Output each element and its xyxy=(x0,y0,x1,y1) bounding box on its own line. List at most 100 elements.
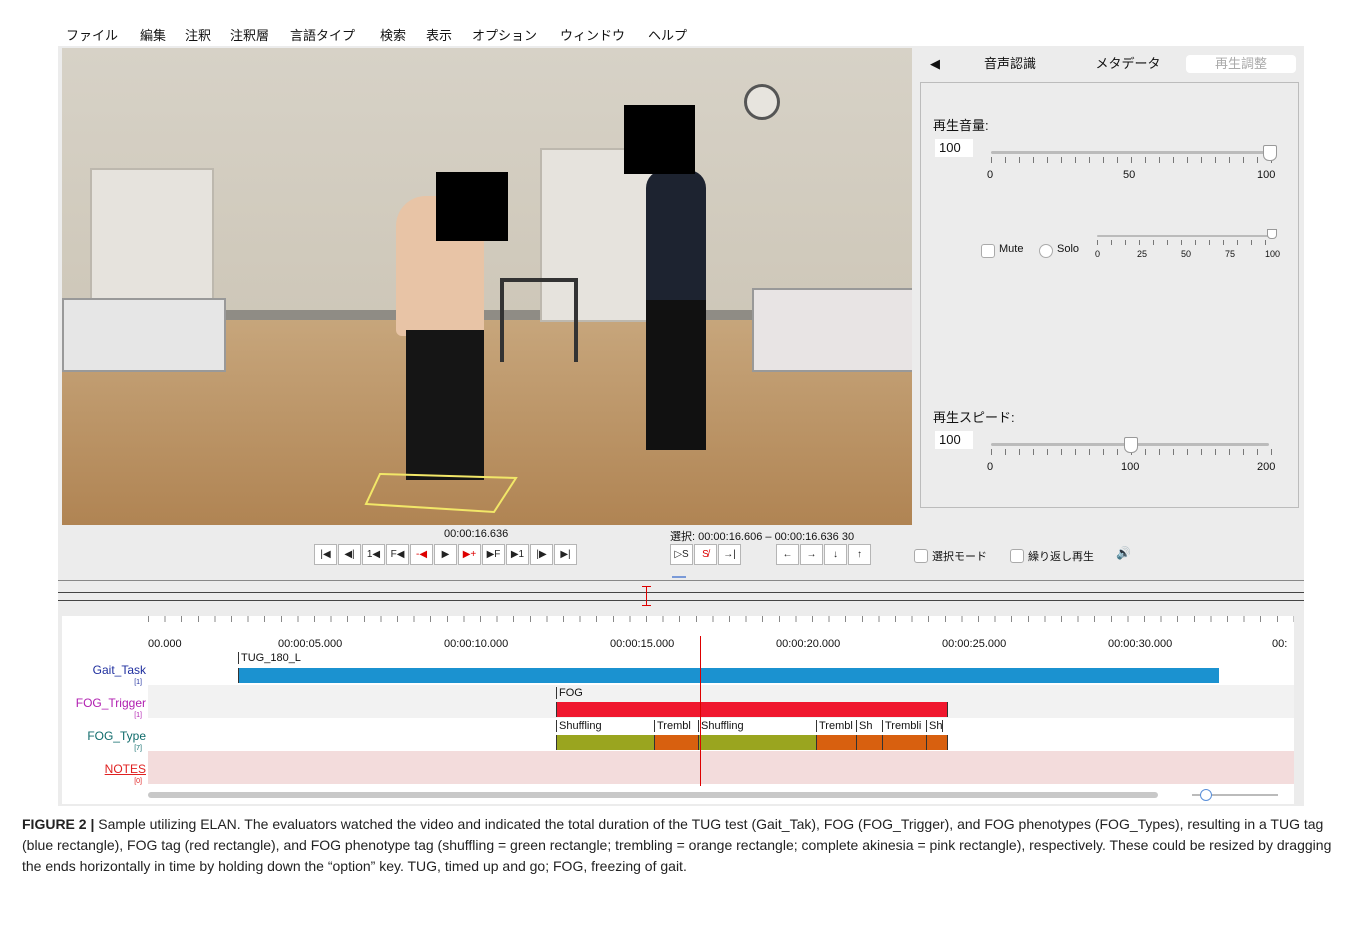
solo-tick-25: 25 xyxy=(1137,249,1148,259)
overview-cursor-cap-bottom xyxy=(642,605,651,606)
arrow-up-button[interactable]: ↑ xyxy=(848,544,871,565)
to-selection-end-button[interactable]: →| xyxy=(718,544,741,565)
tier-count: [1] xyxy=(134,679,142,686)
tab-scroll-left[interactable]: ◀ xyxy=(926,55,944,73)
playback-panel: 再生音量: 100 0 50 100 Mute Solo 0 25 50 75 … xyxy=(920,82,1299,508)
volume-value[interactable]: 100 xyxy=(935,139,973,157)
ruler-label: 00: xyxy=(1272,638,1288,650)
solo-tick-100: 100 xyxy=(1265,249,1281,259)
previous-f-button[interactable]: F◀ xyxy=(386,544,409,565)
overview-cursor[interactable] xyxy=(646,586,647,606)
menu-annotation[interactable]: 注釈 xyxy=(185,25,211,44)
annotation-label: Shuffling xyxy=(698,720,744,732)
speed-slider-thumb[interactable] xyxy=(1124,437,1138,453)
current-time: 00:00:16.636 xyxy=(444,528,509,540)
solo-tick-75: 75 xyxy=(1225,249,1236,259)
tier-name-notes[interactable]: NOTES xyxy=(62,762,146,776)
menu-type[interactable]: 言語タイプ xyxy=(290,25,355,44)
crosshair[interactable] xyxy=(700,636,701,786)
selection-time: 選択: 00:00:16.606 – 00:00:16.636 30 xyxy=(670,531,855,543)
annotation-label: TUG_180_L xyxy=(238,652,301,664)
tier-count: [7] xyxy=(134,745,142,752)
speaker-icon[interactable]: 🔊 xyxy=(1116,546,1131,560)
video-frame xyxy=(62,48,912,525)
go-to-begin-button[interactable]: |◀ xyxy=(314,544,337,565)
tier-row-fog-type[interactable]: Shuffling Trembl Shuffling Trembl Sh Tre… xyxy=(148,718,1294,751)
menu-options[interactable]: オプション xyxy=(472,25,537,44)
tier-count: [1] xyxy=(134,712,142,719)
ruler-label: 00:00:05.000 xyxy=(278,638,343,650)
menu-bar: ファイル 編集 注釈 注釈層 言語タイプ 検索 表示 オプション ウィンドウ ヘ… xyxy=(58,20,1304,46)
splitter-handle[interactable] xyxy=(672,576,686,578)
mute-checkbox[interactable] xyxy=(981,244,995,258)
overview-line-bottom xyxy=(58,600,1304,601)
mute-label: Mute xyxy=(999,243,1024,255)
tier-name-gait-task[interactable]: Gait_Task xyxy=(62,663,146,677)
annotation-shuffling[interactable] xyxy=(926,735,948,750)
previous-pixel-button[interactable]: -◀ xyxy=(410,544,433,565)
tier-row-notes[interactable] xyxy=(148,751,1294,784)
annotation-tug[interactable] xyxy=(238,668,1219,683)
menu-window[interactable]: ウィンドウ xyxy=(560,25,625,44)
arrow-right-button[interactable]: → xyxy=(800,544,823,565)
splitter-line xyxy=(58,580,1304,581)
menu-tier[interactable]: 注釈層 xyxy=(230,25,269,44)
annotation-shuffling[interactable] xyxy=(556,735,655,750)
figure-caption: FIGURE 2 | Sample utilizing ELAN. The ev… xyxy=(22,814,1338,877)
arrow-down-button[interactable]: ↓ xyxy=(824,544,847,565)
tier-row-fog-trigger[interactable]: FOG xyxy=(148,685,1294,718)
arrow-left-button[interactable]: ← xyxy=(776,544,799,565)
tier-name-fog-trigger[interactable]: FOG_Trigger xyxy=(62,696,146,710)
annotation-trembling[interactable] xyxy=(816,735,857,750)
solo-radio[interactable] xyxy=(1039,244,1053,258)
evaluator-top xyxy=(646,170,706,304)
volume-tick-max: 100 xyxy=(1257,169,1276,181)
previous-second-button[interactable]: 1◀ xyxy=(362,544,385,565)
annotation-label: Trembl xyxy=(816,720,853,732)
menu-edit[interactable]: 編集 xyxy=(140,25,166,44)
menu-search[interactable]: 検索 xyxy=(380,25,406,44)
previous-frame-button[interactable]: ◀| xyxy=(338,544,361,565)
annotation-label: Shuffling xyxy=(556,720,602,732)
annotation-fog[interactable] xyxy=(556,702,948,717)
solo-slider-thumb[interactable] xyxy=(1267,229,1277,239)
selection-mode-checkbox[interactable] xyxy=(914,549,928,563)
volume-slider-thumb[interactable] xyxy=(1263,145,1277,161)
evaluator-trousers xyxy=(646,300,706,450)
menu-help[interactable]: ヘルプ xyxy=(648,25,687,44)
time-ruler[interactable]: 00.000 00:00:05.000 00:00:10.000 00:00:1… xyxy=(148,616,1294,653)
tier-row-gait-task[interactable]: TUG_180_L xyxy=(148,652,1294,685)
loop-checkbox[interactable] xyxy=(1010,549,1024,563)
menu-view[interactable]: 表示 xyxy=(426,25,452,44)
speed-value[interactable]: 100 xyxy=(935,431,973,449)
menu-file[interactable]: ファイル xyxy=(66,25,118,44)
horizontal-scrollbar[interactable] xyxy=(148,792,1158,798)
go-to-end-button[interactable]: ▶| xyxy=(554,544,577,565)
ruler-label: 00:00:20.000 xyxy=(776,638,841,650)
tab-speech-recognition[interactable]: 音声認識 xyxy=(960,55,1060,73)
next-frame-button[interactable]: |▶ xyxy=(530,544,553,565)
speed-tick-min: 0 xyxy=(987,461,994,473)
next-second-button[interactable]: ▶1 xyxy=(506,544,529,565)
wall-panel xyxy=(90,168,214,312)
play-button[interactable]: ▶ xyxy=(434,544,457,565)
annotation-label: Trembli xyxy=(882,720,921,732)
annotation-trembling[interactable] xyxy=(882,735,927,750)
solo-label: Solo xyxy=(1057,243,1080,255)
volume-slider-track[interactable] xyxy=(991,151,1269,154)
tier-name-fog-type[interactable]: FOG_Type xyxy=(62,729,146,743)
tab-playback-controls[interactable]: 再生調整 xyxy=(1186,55,1296,73)
next-f-button[interactable]: ▶F xyxy=(482,544,505,565)
annotation-shuffling[interactable] xyxy=(856,735,883,750)
zoom-slider-thumb[interactable] xyxy=(1200,789,1212,801)
annotation-trembling[interactable] xyxy=(654,735,699,750)
tab-metadata[interactable]: メタデータ xyxy=(1068,55,1188,73)
overview-cursor-cap-top xyxy=(642,586,651,587)
solo-slider-track[interactable] xyxy=(1097,235,1275,237)
wall-clock xyxy=(744,84,780,120)
annotation-shuffling[interactable] xyxy=(698,735,817,750)
play-selection-button[interactable]: ▷S xyxy=(670,544,693,565)
clear-selection-button[interactable]: S̸ xyxy=(694,544,717,565)
speed-tick-max: 200 xyxy=(1257,461,1276,473)
next-pixel-button[interactable]: ▶+ xyxy=(458,544,481,565)
